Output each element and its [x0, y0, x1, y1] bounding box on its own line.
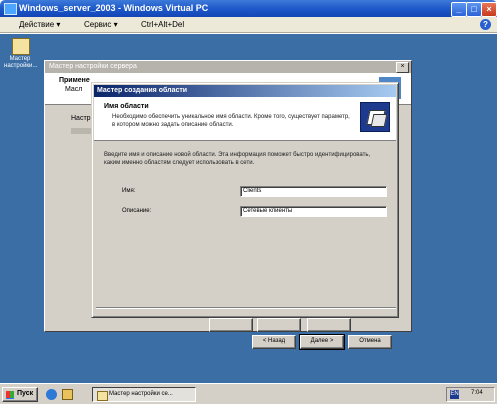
windows-logo-icon [6, 391, 14, 399]
taskbar: Пуск Мастер настройки се... EN 7:04 [0, 383, 497, 404]
server-wizard-body-text: Настр [71, 115, 91, 122]
virtual-pc-icon [4, 3, 17, 15]
language-indicator[interactable]: EN [450, 390, 459, 399]
vpc-window-title: Windows_server_2003 - Windows Virtual PC [19, 3, 209, 13]
cancel-button[interactable]: Отмена [348, 335, 392, 349]
new-scope-wizard-title: Мастер создания области [97, 87, 188, 94]
new-scope-wizard-title-bar[interactable]: Мастер создания области [94, 85, 396, 97]
next-button[interactable]: Далее > [299, 334, 345, 350]
server-wizard-next-button[interactable] [257, 318, 301, 332]
vpc-menu-bar: Действие ▾ Сервис ▾ Ctrl+Alt+Del ? [0, 17, 497, 33]
desktop-shortcut-label: Мастер настройки... [4, 56, 38, 69]
wizard-page-title: Имя области [104, 103, 149, 110]
guest-desktop: Мастер настройки... Мастер настройки сер… [0, 34, 497, 383]
wizard-shortcut-icon [12, 38, 30, 55]
server-wizard-cancel-button[interactable] [307, 318, 351, 332]
taskbar-button-server-wizard[interactable]: Мастер настройки се... [92, 387, 196, 402]
menu-service[interactable]: Сервис ▾ [84, 20, 118, 29]
wizard-header-icon [360, 102, 390, 132]
menu-ctrl-alt-del[interactable]: Ctrl+Alt+Del [141, 20, 184, 29]
wizard-button-separator [96, 307, 396, 309]
system-tray: EN 7:04 [446, 387, 495, 402]
minimize-button[interactable]: _ [451, 2, 467, 17]
server-wizard-progress [71, 128, 91, 134]
menu-action[interactable]: Действие ▾ [19, 20, 60, 29]
desktop-shortcut-server-wizard[interactable]: Мастер настройки... [4, 38, 38, 70]
start-label: Пуск [17, 390, 34, 397]
description-input[interactable]: Сетевые клиенты [240, 206, 387, 217]
server-wizard-subheading: Масл [65, 86, 83, 93]
start-button[interactable]: Пуск [2, 387, 38, 402]
wizard-instructions: Введите имя и описание новой области. Эт… [104, 152, 371, 166]
vpc-title-bar[interactable]: Windows_server_2003 - Windows Virtual PC… [0, 0, 497, 17]
wizard-task-icon [97, 391, 108, 401]
explorer-folder-icon[interactable] [62, 389, 73, 400]
server-wizard-close-button[interactable]: × [396, 62, 409, 73]
server-wizard-title-bar[interactable]: Мастер настройки сервера × [45, 61, 411, 73]
help-icon[interactable]: ? [480, 19, 491, 30]
wizard-page-subtitle: Необходимо обеспечить уникальное имя обл… [112, 114, 350, 128]
back-button[interactable]: < Назад [252, 335, 296, 349]
maximize-button[interactable]: □ [466, 2, 482, 17]
description-label: Описание: [122, 208, 152, 214]
server-wizard-title: Мастер настройки сервера [49, 63, 137, 70]
close-button[interactable]: × [481, 2, 497, 17]
clock: 7:04 [471, 390, 483, 396]
taskbar-button-label: Мастер настройки се... [109, 391, 173, 397]
new-scope-wizard-dialog: Мастер создания области Имя области Необ… [91, 82, 399, 350]
internet-explorer-icon[interactable] [46, 389, 57, 400]
server-wizard-back-button[interactable] [209, 318, 253, 332]
wizard-header: Имя области Необходимо обеспечить уникал… [94, 97, 396, 141]
name-input[interactable]: Clients [240, 186, 387, 197]
name-label: Имя: [122, 188, 136, 194]
server-wizard-heading: Примене [59, 77, 90, 84]
